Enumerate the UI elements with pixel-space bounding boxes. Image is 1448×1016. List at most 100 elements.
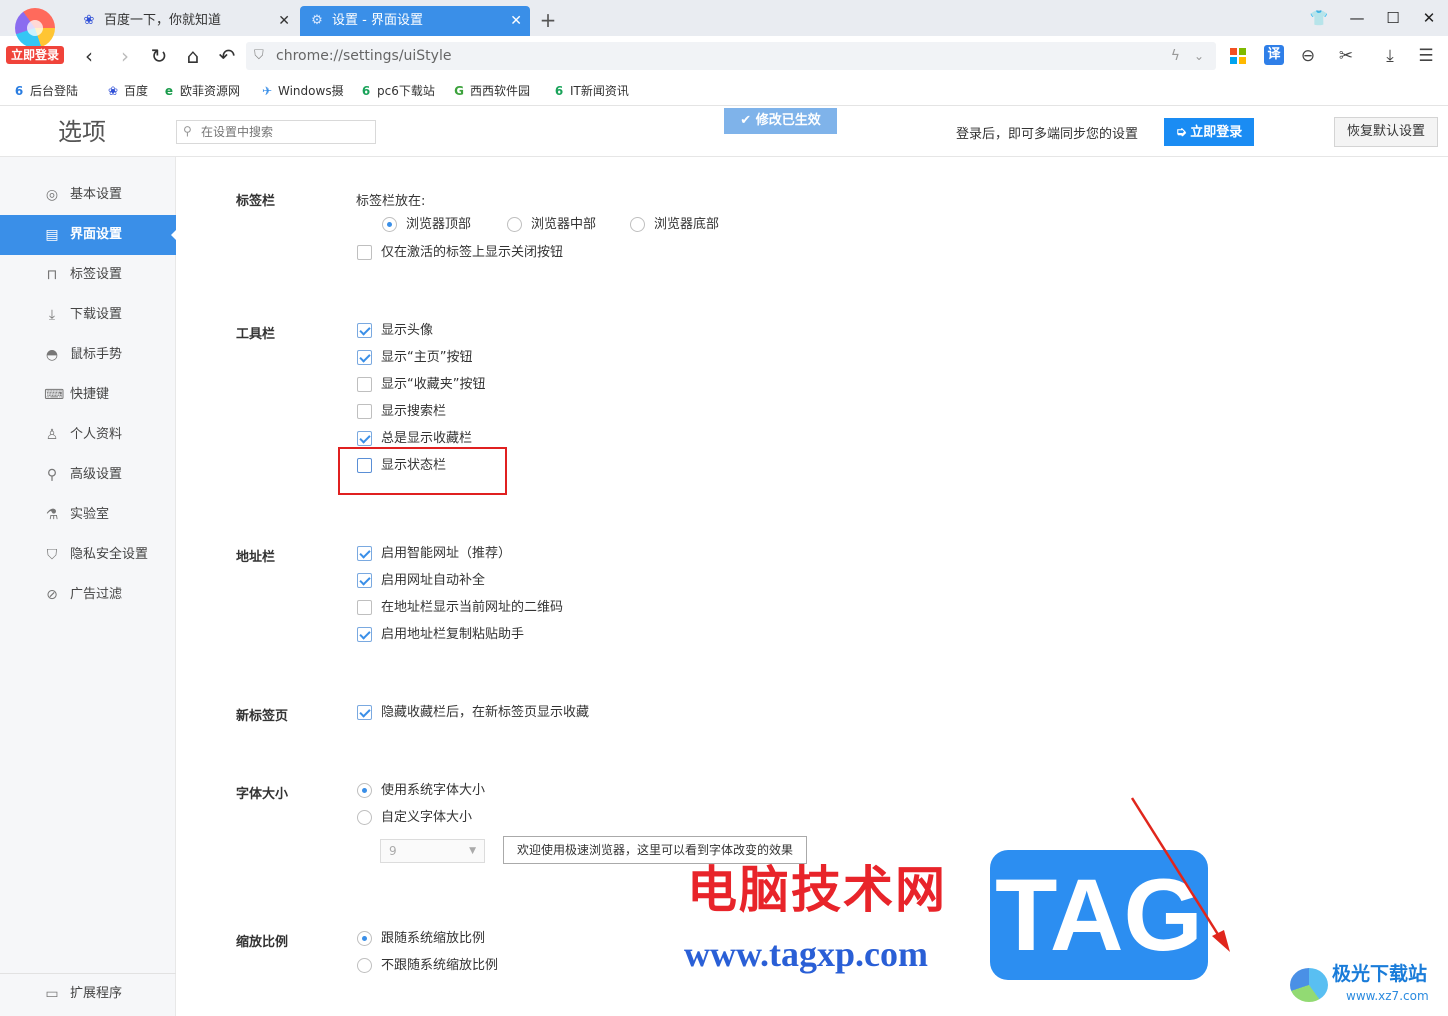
- bookmark-label: pc6下载站: [377, 84, 435, 98]
- screenshot-icon[interactable]: ⊖: [1296, 44, 1320, 68]
- sidebar-item-profile[interactable]: ♙ 个人资料: [0, 415, 176, 455]
- sidebar-item-label: 实验室: [70, 507, 110, 522]
- checkbox[interactable]: [357, 546, 372, 561]
- skin-icon[interactable]: 👕: [1304, 6, 1334, 30]
- bookmark-item[interactable]: 6 后台登陆: [12, 76, 78, 106]
- close-tab-icon[interactable]: ✕: [510, 6, 522, 36]
- checkbox[interactable]: [357, 431, 372, 446]
- radio-button[interactable]: [357, 810, 372, 825]
- bookmark-icon: 6: [14, 84, 24, 98]
- checkbox[interactable]: [357, 573, 372, 588]
- chevron-down-icon: ▼: [469, 846, 476, 856]
- radio-button[interactable]: [630, 217, 645, 232]
- radio-button[interactable]: [357, 783, 372, 798]
- bookmark-item[interactable]: 6 IT新闻资讯: [552, 76, 629, 106]
- sidebar-item-download[interactable]: ⤓ 下载设置: [0, 295, 176, 335]
- bookmark-item[interactable]: e 欧菲资源网: [162, 76, 240, 106]
- bookmark-item[interactable]: G 西西软件园: [452, 76, 530, 106]
- scissors-icon[interactable]: ✂: [1334, 44, 1358, 68]
- font-size-select[interactable]: 9 ▼: [380, 839, 485, 863]
- tabbar-position-label: 标签栏放在:: [356, 194, 426, 209]
- close-tab-icon[interactable]: ✕: [278, 6, 290, 36]
- apps-icon[interactable]: [1230, 48, 1246, 64]
- address-bar[interactable]: ⛉ chrome://settings/uiStyle ϟ ⌄: [246, 42, 1216, 70]
- checkbox[interactable]: [357, 245, 372, 260]
- red-arrow-annotation: [1130, 797, 1230, 952]
- bookmark-icon: 6: [554, 84, 564, 98]
- sidebar-item-label: 下载设置: [70, 307, 123, 322]
- login-button[interactable]: ➭ 立即登录: [1164, 118, 1254, 146]
- option-label: 在地址栏显示当前网址的二维码: [381, 600, 564, 615]
- minimize-button[interactable]: —: [1342, 6, 1372, 30]
- sidebar-item-privacy[interactable]: ⛉ 隐私安全设置: [0, 535, 176, 575]
- tab-strip: ❀ 百度一下，你就知道 ✕ ⚙ 设置 - 界面设置 ✕ + 👕 — ☐ ✕: [0, 0, 1448, 36]
- download-icon[interactable]: ⤓: [1378, 44, 1402, 68]
- radio-button[interactable]: [382, 217, 397, 232]
- section-title-fontsize: 字体大小: [236, 787, 289, 802]
- sidebar-item-shortcuts[interactable]: ⌨ 快捷键: [0, 375, 176, 415]
- new-tab-button[interactable]: +: [537, 6, 559, 34]
- watermark-url: www.tagxp.com: [684, 934, 928, 974]
- checkbox[interactable]: [357, 404, 372, 419]
- checkbox[interactable]: [357, 600, 372, 615]
- logo-icon: [15, 8, 55, 48]
- bookmark-label: IT新闻资讯: [570, 84, 629, 98]
- home-button[interactable]: ⌂: [180, 42, 206, 70]
- back-button[interactable]: ‹: [76, 42, 102, 70]
- toast-text: 修改已生效: [755, 113, 821, 128]
- sidebar-item-adblock[interactable]: ⊘ 广告过滤: [0, 575, 176, 615]
- sidebar-item-label: 鼠标手势: [70, 347, 123, 362]
- browser-window: ❀ 百度一下，你就知道 ✕ ⚙ 设置 - 界面设置 ✕ + 👕 — ☐ ✕ 立即…: [0, 0, 1448, 1016]
- checkbox[interactable]: [357, 350, 372, 365]
- option-label: 不跟随系统缩放比例: [381, 958, 499, 973]
- bookmark-icon: G: [454, 84, 464, 98]
- reload-button[interactable]: ↻: [146, 42, 172, 70]
- sidebar-item-mouse[interactable]: ◓ 鼠标手势: [0, 335, 176, 375]
- login-badge[interactable]: 立即登录: [6, 46, 64, 64]
- mouse-icon: ◓: [45, 347, 59, 363]
- sidebar-item-lab[interactable]: ⚗ 实验室: [0, 495, 176, 535]
- translate-icon[interactable]: 译: [1264, 45, 1284, 65]
- tab-baidu[interactable]: ❀ 百度一下，你就知道 ✕: [72, 6, 298, 36]
- option-label: 浏览器中部: [531, 217, 597, 232]
- lightning-icon[interactable]: ϟ: [1171, 42, 1180, 70]
- option-label: 启用网址自动补全: [381, 573, 486, 588]
- sidebar-item-advanced[interactable]: ⚲ 高级设置: [0, 455, 176, 495]
- maximize-button[interactable]: ☐: [1378, 6, 1408, 30]
- option-label: 显示“收藏夹”按钮: [381, 377, 486, 392]
- sidebar-item-basic[interactable]: ◎ 基本设置: [0, 175, 176, 215]
- corner-watermark-title: 极光下载站: [1332, 963, 1428, 985]
- address-text[interactable]: chrome://settings/uiStyle: [276, 42, 451, 70]
- corner-watermark-url: www.xz7.com: [1346, 989, 1429, 1003]
- close-window-button[interactable]: ✕: [1414, 6, 1444, 30]
- checkbox[interactable]: [357, 323, 372, 338]
- checkbox[interactable]: [357, 377, 372, 392]
- radio-button[interactable]: [507, 217, 522, 232]
- reset-defaults-button[interactable]: 恢复默认设置: [1334, 117, 1438, 147]
- settings-search[interactable]: ⚲: [176, 120, 376, 144]
- advanced-icon: ⚲: [46, 467, 58, 483]
- bookmark-item[interactable]: 6 pc6下载站: [359, 76, 435, 106]
- radio-button[interactable]: [357, 931, 372, 946]
- sidebar-item-label: 界面设置: [70, 227, 123, 242]
- bookmark-item[interactable]: ✈ Windows摄: [260, 76, 344, 106]
- chevron-down-icon[interactable]: ⌄: [1194, 42, 1204, 70]
- menu-icon[interactable]: ☰: [1414, 44, 1438, 68]
- bookmark-item[interactable]: ❀ 百度: [106, 76, 148, 106]
- settings-sidebar: ◎ 基本设置 ▤ 界面设置 ⊓ 标签设置 ⤓ 下载设置 ◓ 鼠标手势 ⌨ 快捷键 ♙ 个人资料…: [0, 157, 177, 1016]
- search-input[interactable]: [201, 123, 371, 141]
- forward-button[interactable]: ›: [112, 42, 138, 70]
- sidebar-item-extensions[interactable]: ▭ 扩展程序: [0, 974, 176, 1014]
- tab-settings[interactable]: ⚙ 设置 - 界面设置 ✕: [300, 6, 530, 36]
- option-label: 启用智能网址（推荐）: [381, 546, 512, 561]
- checkbox[interactable]: [357, 627, 372, 642]
- radio-button[interactable]: [357, 958, 372, 973]
- checkbox[interactable]: [357, 705, 372, 720]
- option-label: 浏览器顶部: [406, 217, 472, 232]
- sidebar-item-tabs[interactable]: ⊓ 标签设置: [0, 255, 176, 295]
- sidebar-item-label: 基本设置: [70, 187, 123, 202]
- browser-logo[interactable]: 立即登录: [6, 8, 64, 64]
- baidu-paw-icon: ❀: [83, 13, 95, 28]
- undo-close-button[interactable]: ↶: [214, 42, 240, 70]
- sidebar-item-interface[interactable]: ▤ 界面设置: [0, 215, 177, 255]
